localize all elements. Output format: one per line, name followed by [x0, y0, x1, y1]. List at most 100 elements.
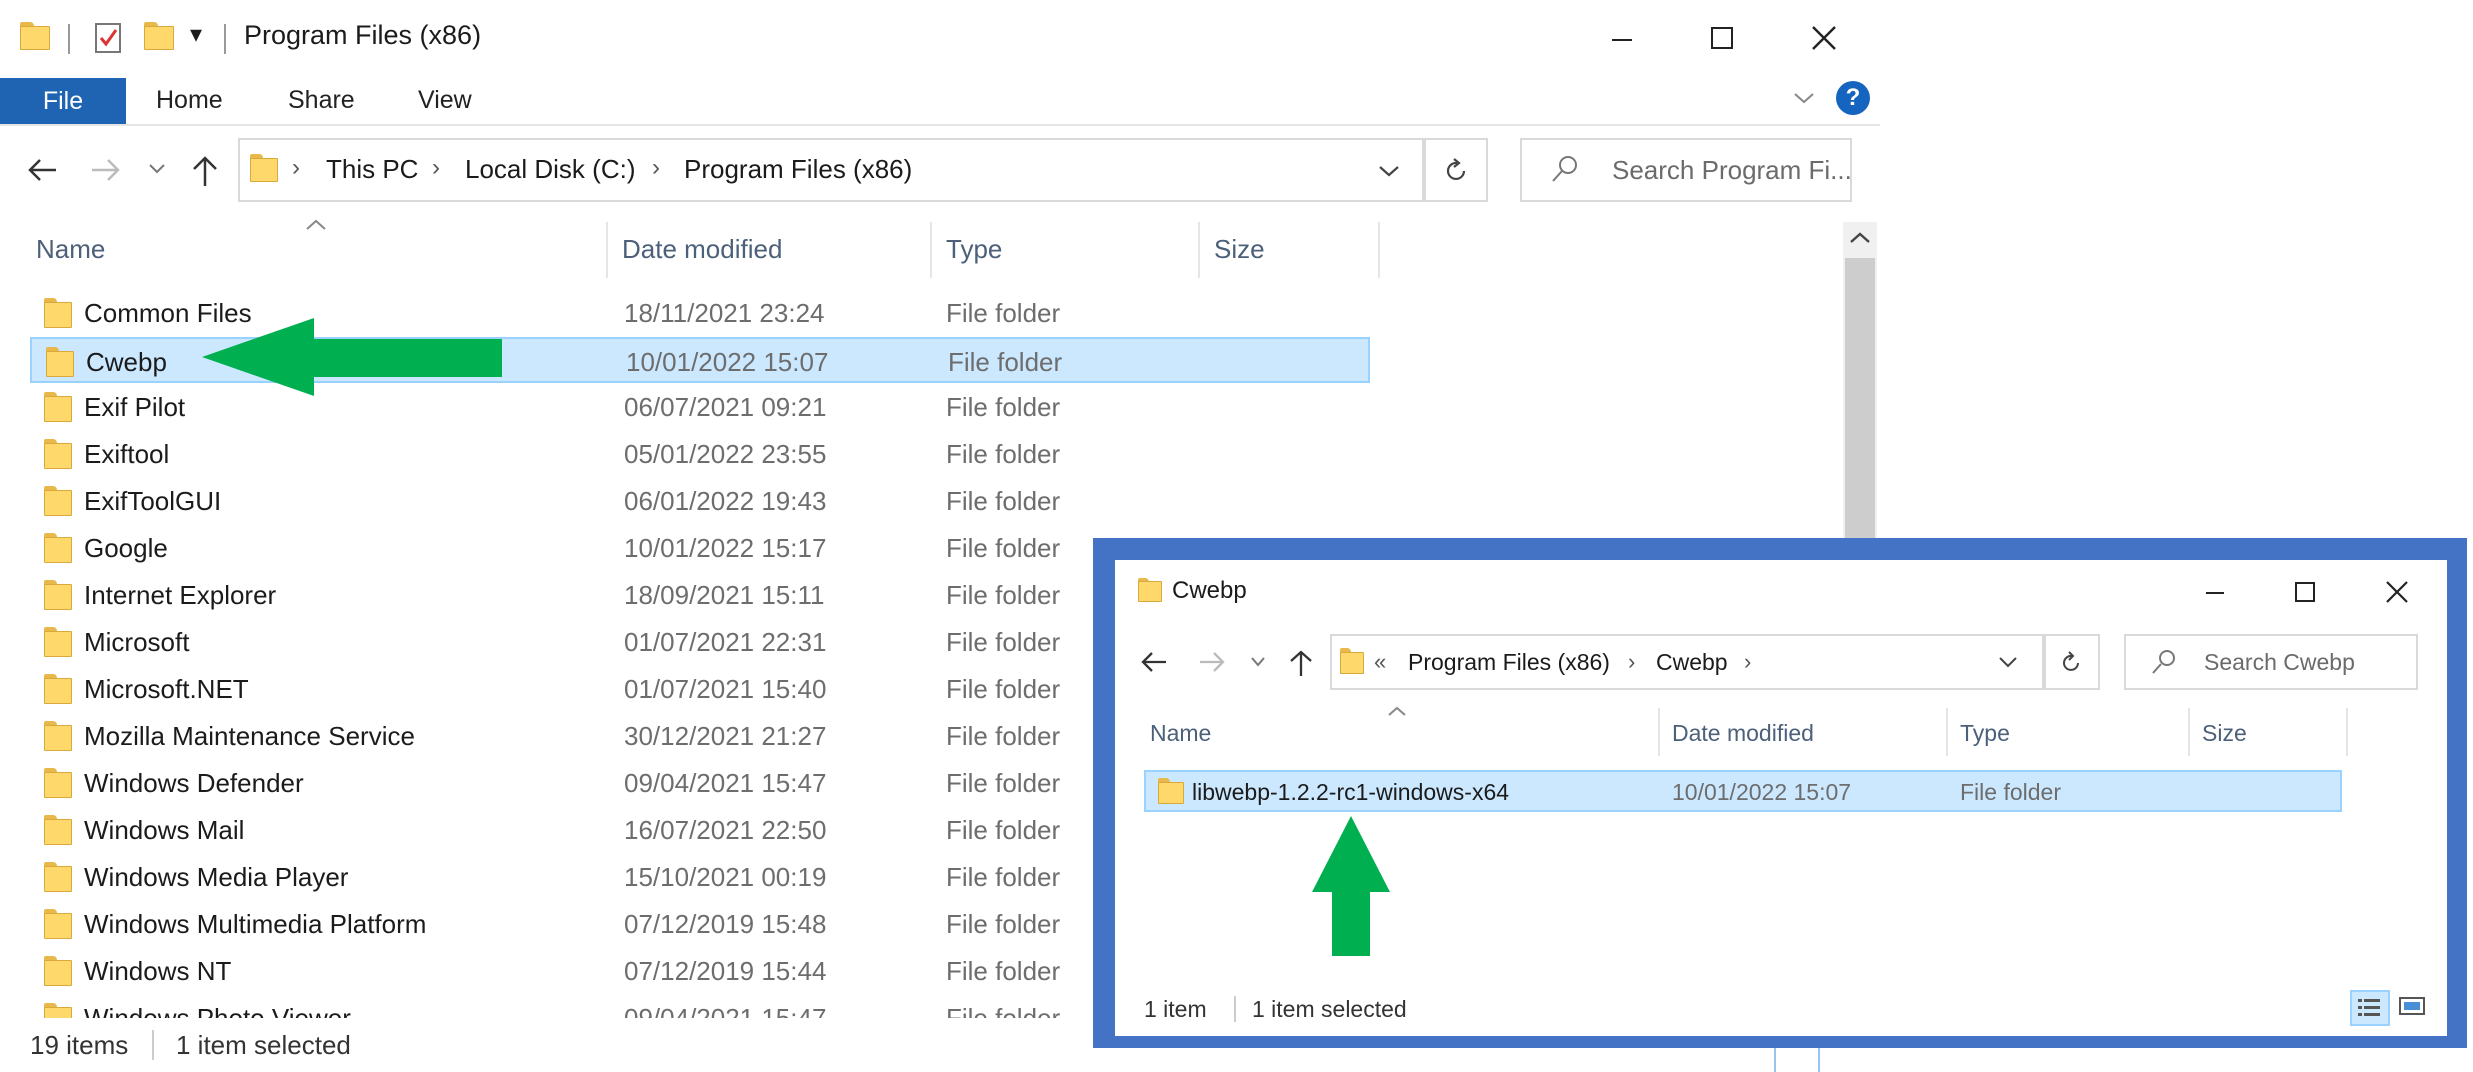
list-item[interactable]: Exiftool 05/01/2022 23:55 File folder — [30, 431, 1370, 477]
new-folder-icon[interactable] — [144, 22, 174, 50]
maximize-button[interactable] — [2280, 572, 2330, 612]
up-arrow-icon[interactable] — [190, 154, 220, 188]
item-date-modified: 06/01/2022 19:43 — [624, 486, 827, 516]
recent-locations-chevron-icon[interactable] — [148, 162, 166, 176]
large-icons-view-button[interactable] — [2394, 990, 2434, 1026]
list-item-selected[interactable]: libwebp-1.2.2-rc1-windows-x64 10/01/2022… — [1144, 770, 2342, 812]
folder-icon — [1158, 778, 1184, 804]
column-divider[interactable] — [606, 222, 608, 278]
help-icon[interactable]: ? — [1836, 81, 1870, 115]
ribbon-tab-home[interactable]: Home — [156, 86, 223, 115]
item-type: File folder — [946, 580, 1061, 610]
item-date-modified: 07/12/2019 15:48 — [624, 909, 827, 939]
item-name: Windows Photo Viewer — [84, 1003, 351, 1018]
scroll-up-arrow-icon[interactable] — [1848, 230, 1872, 246]
forward-arrow-icon[interactable] — [1198, 650, 1226, 674]
item-name: libwebp-1.2.2-rc1-windows-x64 — [1192, 779, 1510, 805]
folder-icon — [44, 815, 72, 845]
search-icon — [2152, 650, 2175, 674]
column-divider[interactable] — [1378, 222, 1380, 278]
column-header-size[interactable]: Size — [2202, 720, 2247, 747]
search-placeholder: Search Program Fi... — [1612, 155, 1852, 185]
close-button[interactable] — [1792, 10, 1856, 66]
scrollbar-thumb[interactable] — [1845, 258, 1875, 558]
column-divider[interactable] — [1946, 708, 1948, 756]
back-arrow-icon[interactable] — [26, 156, 58, 184]
divider — [224, 24, 226, 54]
maximize-button[interactable] — [1690, 10, 1754, 66]
breadcrumb-program-files[interactable]: Program Files (x86) — [684, 154, 912, 185]
item-date-modified: 10/01/2022 15:07 — [1672, 779, 1852, 805]
properties-icon[interactable] — [94, 20, 124, 54]
column-divider[interactable] — [930, 222, 932, 278]
item-name: Windows Multimedia Platform — [84, 909, 427, 939]
forward-arrow-icon[interactable] — [90, 156, 122, 184]
close-icon — [1812, 26, 1836, 50]
item-date-modified: 09/04/2021 15:47 — [624, 1003, 827, 1018]
item-date-modified: 01/07/2021 15:40 — [624, 674, 827, 704]
column-header-name[interactable]: Name — [36, 234, 105, 265]
recent-locations-chevron-icon[interactable] — [1250, 656, 1266, 668]
address-dropdown-chevron-icon[interactable] — [1998, 656, 2018, 668]
item-type: File folder — [946, 721, 1061, 751]
folder-icon — [250, 154, 278, 182]
column-header-type[interactable]: Type — [946, 234, 1002, 265]
folder-icon — [44, 862, 72, 892]
breadcrumb-this-pc[interactable]: This PC — [326, 154, 418, 185]
breadcrumb-overflow[interactable]: « — [1374, 649, 1386, 675]
list-item[interactable]: ExifToolGUI 06/01/2022 19:43 File folder — [30, 478, 1370, 524]
minimize-button[interactable] — [2190, 572, 2240, 612]
column-divider[interactable] — [1198, 222, 1200, 278]
breadcrumb-program-files[interactable]: Program Files (x86) — [1408, 649, 1610, 676]
item-type: File folder — [946, 392, 1061, 422]
divider — [152, 1030, 154, 1060]
item-name: Microsoft.NET — [84, 674, 249, 704]
column-divider[interactable] — [2188, 708, 2190, 756]
up-arrow-icon[interactable] — [1288, 648, 1314, 678]
column-header-size[interactable]: Size — [1214, 234, 1265, 265]
details-view-icon — [2358, 999, 2380, 1016]
breadcrumb-cwebp[interactable]: Cwebp — [1656, 649, 1728, 676]
item-date-modified: 18/11/2021 23:24 — [624, 298, 825, 328]
close-button[interactable] — [2372, 572, 2422, 612]
minimize-icon — [2206, 592, 2224, 594]
sort-ascending-icon — [1388, 706, 1406, 716]
breadcrumb-separator: › — [652, 154, 660, 181]
back-arrow-icon[interactable] — [1140, 650, 1168, 674]
item-date-modified: 15/10/2021 00:19 — [624, 862, 827, 892]
divider — [0, 124, 1880, 126]
column-divider[interactable] — [2346, 708, 2348, 756]
item-type: File folder — [946, 909, 1061, 939]
ribbon-tab-view[interactable]: View — [418, 86, 472, 115]
ribbon-tab-share[interactable]: Share — [288, 86, 355, 115]
item-name: Mozilla Maintenance Service — [84, 721, 415, 751]
item-type: File folder — [946, 956, 1061, 986]
maximize-icon — [2295, 582, 2315, 602]
ribbon-tab-file[interactable]: File — [0, 78, 126, 124]
folder-icon — [1340, 648, 1364, 674]
column-divider[interactable] — [1658, 708, 1660, 756]
customize-toolbar-dropdown-icon[interactable]: ▾ — [190, 20, 202, 49]
item-name: Cwebp — [86, 347, 167, 377]
breadcrumb-separator: › — [1744, 649, 1752, 674]
column-header-name[interactable]: Name — [1150, 720, 1211, 747]
details-view-button[interactable] — [2350, 990, 2390, 1026]
breadcrumb-local-disk[interactable]: Local Disk (C:) — [465, 154, 635, 185]
expand-ribbon-chevron-icon[interactable] — [1792, 90, 1816, 106]
column-header-type[interactable]: Type — [1960, 720, 2010, 747]
folder-icon — [46, 347, 74, 377]
item-date-modified: 05/01/2022 23:55 — [624, 439, 827, 469]
column-header-date-modified[interactable]: Date modified — [622, 234, 782, 265]
column-header-date-modified[interactable]: Date modified — [1672, 720, 1814, 747]
item-name: Exif Pilot — [84, 392, 186, 422]
address-dropdown-chevron-icon[interactable] — [1378, 164, 1400, 178]
divider — [1234, 996, 1236, 1022]
item-date-modified: 18/09/2021 15:11 — [624, 580, 825, 610]
folder-icon — [1138, 578, 1162, 602]
annotation-arrow-up — [1312, 816, 1390, 956]
item-date-modified: 07/12/2019 15:44 — [624, 956, 827, 986]
folder-icon — [44, 392, 72, 422]
folder-icon — [44, 1003, 72, 1018]
item-date-modified: 01/07/2021 22:31 — [624, 627, 827, 657]
minimize-button[interactable] — [1590, 10, 1654, 66]
